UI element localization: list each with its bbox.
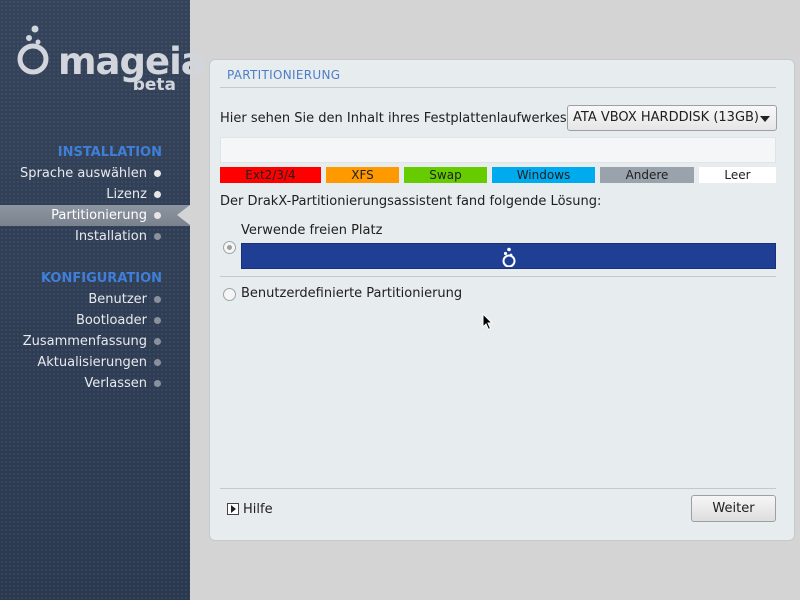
legend-xfs: XFS	[326, 167, 399, 183]
next-button[interactable]: Weiter	[691, 495, 776, 522]
footer-divider	[220, 488, 776, 489]
sidebar-item-label: Bootloader	[75, 313, 147, 328]
step-pending-dot-icon	[154, 359, 161, 366]
sidebar-item-label: Lizenz	[106, 187, 147, 202]
mouse-pointer-icon	[482, 313, 494, 331]
option-custom-partitioning-label[interactable]: Benutzerdefinierte Partitionierung	[241, 286, 462, 301]
mageia-cauldron-icon	[17, 25, 49, 75]
options-divider	[220, 276, 776, 277]
option-free-space-label[interactable]: Verwende freien Platz	[241, 223, 382, 238]
expand-triangle-icon	[227, 503, 239, 515]
sidebar-item-label: Zusammenfassung	[22, 334, 147, 349]
radio-custom-partitioning[interactable]	[223, 288, 236, 301]
step-active-dot-icon	[154, 212, 161, 219]
legend-swap: Swap	[404, 167, 487, 183]
active-step-arrow-icon	[177, 205, 190, 225]
sidebar-item-label: Benutzer	[88, 292, 147, 307]
solution-text: Der DrakX-Partitionierungsassistent fand…	[220, 194, 602, 209]
brand-name: mageia	[58, 40, 206, 83]
chevron-down-icon	[760, 116, 770, 122]
help-label: Hilfe	[243, 502, 273, 517]
brand-logo: mageia beta	[16, 22, 206, 102]
step-done-dot-icon	[154, 170, 161, 177]
sidebar: mageia beta INSTALLATION Sprache auswähl…	[0, 0, 206, 600]
sidebar-item-label: Verlassen	[84, 376, 147, 391]
disk-select[interactable]: ATA VBOX HARDDISK (13GB)	[567, 105, 777, 131]
step-pending-dot-icon	[154, 317, 161, 324]
step-pending-dot-icon	[154, 380, 161, 387]
disk-prompt: Hier sehen Sie den Inhalt ihres Festplat…	[220, 111, 567, 126]
page-title: PARTITIONIERUNG	[227, 68, 341, 82]
main-panel: PARTITIONIERUNG Hier sehen Sie den Inhal…	[209, 59, 795, 541]
sidebar-item-label: Aktualisierungen	[37, 355, 147, 370]
sidebar-item-label: Sprache auswählen	[20, 166, 147, 181]
sidebar-item-partitionierung[interactable]: Partitionierung	[0, 205, 190, 226]
sidebar-section-konfiguration: KONFIGURATION	[40, 271, 162, 286]
legend-leer: Leer	[699, 167, 776, 183]
disk-select-value: ATA VBOX HARDDISK (13GB)	[573, 110, 760, 125]
sidebar-item-label: Installation	[74, 229, 147, 244]
mageia-cauldron-icon	[502, 247, 516, 267]
sidebar-item-benutzer[interactable]: Benutzer	[0, 289, 190, 310]
disk-partition-bar[interactable]	[220, 137, 776, 163]
sidebar-section-installation: INSTALLATION	[57, 145, 162, 160]
title-divider	[220, 87, 776, 88]
sidebar-item-aktualisierungen[interactable]: Aktualisierungen	[0, 352, 190, 373]
sidebar-item-bootloader[interactable]: Bootloader	[0, 310, 190, 331]
step-pending-dot-icon	[154, 296, 161, 303]
brand-subtitle: beta	[132, 75, 176, 95]
legend-ext: Ext2/3/4	[220, 167, 321, 183]
partition-legend: Ext2/3/4 XFS Swap Windows Andere Leer	[220, 167, 776, 183]
legend-windows: Windows	[492, 167, 595, 183]
step-pending-dot-icon	[154, 233, 161, 240]
sidebar-item-label: Partitionierung	[51, 208, 147, 223]
sidebar-item-sprache[interactable]: Sprache auswählen	[0, 163, 190, 184]
step-done-dot-icon	[154, 191, 161, 198]
help-expander[interactable]: Hilfe	[227, 502, 273, 517]
legend-andere: Andere	[600, 167, 694, 183]
sidebar-item-lizenz[interactable]: Lizenz	[0, 184, 190, 205]
radio-free-space[interactable]	[223, 241, 236, 254]
sidebar-item-verlassen[interactable]: Verlassen	[0, 373, 190, 394]
sidebar-item-installation[interactable]: Installation	[0, 226, 190, 247]
step-pending-dot-icon	[154, 338, 161, 345]
sidebar-item-zusammenfassung[interactable]: Zusammenfassung	[0, 331, 190, 352]
free-space-bar[interactable]	[241, 243, 776, 269]
